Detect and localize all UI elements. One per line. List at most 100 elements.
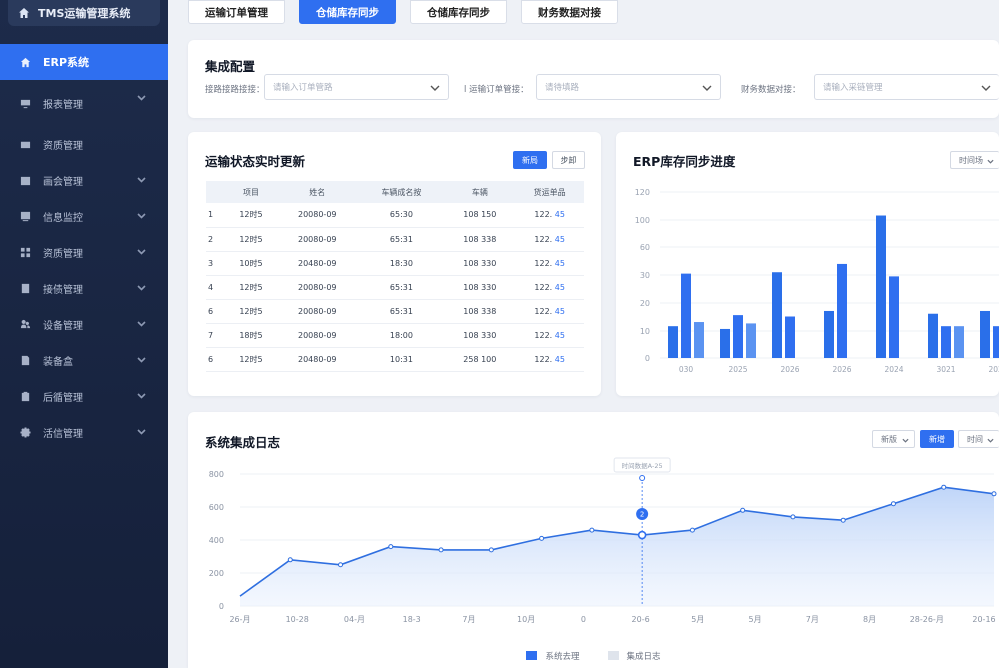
time-dropdown[interactable]: 时间: [958, 430, 999, 448]
detail-link[interactable]: 45: [555, 331, 565, 340]
data-point[interactable]: [740, 507, 746, 513]
y-tick-label: 0: [219, 602, 224, 611]
chevron-down-icon: [137, 357, 146, 363]
data-point[interactable]: [941, 484, 947, 490]
data-point[interactable]: [840, 517, 846, 523]
x-tick-label: 20-6: [632, 615, 650, 624]
table-cell: 108 330: [444, 323, 516, 348]
detail-link[interactable]: 45: [555, 307, 565, 316]
table-row[interactable]: 3 10时5 20480-09 18:30 108 330 122. 45: [206, 251, 584, 276]
table-row[interactable]: 4 12时5 20080-09 65:31 108 330 122. 45: [206, 275, 584, 300]
bar-3-0[interactable]: [824, 310, 834, 358]
bar-5-0[interactable]: [928, 313, 938, 358]
detail-link[interactable]: 45: [555, 283, 565, 292]
bar-6-1[interactable]: [993, 326, 999, 358]
y-tick-label: 200: [209, 569, 224, 578]
legend-item-system[interactable]: 系统去理: [526, 650, 580, 662]
sidebar-item-7[interactable]: 设备管理: [0, 306, 168, 342]
tab-3[interactable]: 财务数据对接: [521, 0, 618, 24]
detail-link[interactable]: 45: [555, 210, 565, 219]
sidebar-item-3[interactable]: 画会管理: [0, 162, 168, 198]
bar-1-2[interactable]: [746, 323, 756, 358]
chevron-down-icon: [902, 438, 909, 443]
table-row[interactable]: 6 12时5 20480-09 10:31 258 100 122. 45: [206, 347, 584, 372]
data-point[interactable]: [287, 557, 293, 563]
field-select-3[interactable]: 请输入采链管理: [814, 74, 999, 100]
table-row[interactable]: 2 12时5 20080-09 65:31 108 338 122. 45: [206, 227, 584, 252]
y-tick-label: 600: [209, 503, 224, 512]
y-tick-label: 400: [209, 536, 224, 545]
tab-1[interactable]: 仓储库存同步: [299, 0, 396, 24]
data-point[interactable]: [539, 535, 545, 541]
data-point[interactable]: [338, 562, 344, 568]
sidebar-item-4[interactable]: 信息监控: [0, 198, 168, 234]
sidebar-item-label: 活信管理: [43, 428, 83, 440]
table-header-cell[interactable]: 货运单品: [515, 181, 584, 203]
detail-link[interactable]: 45: [555, 355, 565, 364]
table-header-cell[interactable]: 项目: [226, 181, 276, 203]
monitor-icon: [20, 99, 31, 108]
data-point[interactable]: [689, 527, 695, 533]
version-dropdown[interactable]: 新版: [872, 430, 915, 448]
data-point[interactable]: [589, 527, 595, 533]
file-icon: [21, 355, 30, 365]
clipboard-icon: [21, 391, 30, 401]
table-cell: 122. 45: [515, 227, 584, 252]
legend-item-log[interactable]: 集成日志: [607, 650, 661, 662]
detail-link[interactable]: 45: [555, 235, 565, 244]
table-header-cell[interactable]: 姓名: [275, 181, 359, 203]
bar-0-1[interactable]: [681, 273, 691, 358]
data-point[interactable]: [890, 501, 896, 507]
bar-0-0[interactable]: [668, 326, 678, 358]
x-tick-label: 10月: [517, 615, 535, 624]
data-point[interactable]: [388, 544, 394, 550]
add-log-button[interactable]: 新增: [920, 430, 954, 448]
sidebar-item-0[interactable]: ERP系统: [0, 44, 168, 80]
bar-2-1[interactable]: [785, 316, 795, 359]
tab-2[interactable]: 仓储库存同步: [410, 0, 507, 24]
chevron-down-icon: [987, 159, 994, 164]
tab-0[interactable]: 运输订单管理: [188, 0, 285, 24]
time-range-dropdown[interactable]: 时间场: [950, 151, 999, 169]
table-row[interactable]: 1 12时5 20080-09 65:30 108 150 122. 45: [206, 203, 584, 228]
new-button[interactable]: 新局: [513, 151, 547, 169]
sidebar-item-2[interactable]: 资质管理: [0, 126, 168, 162]
line-chart-title: 系统集成日志: [205, 435, 281, 450]
data-point[interactable]: [991, 491, 997, 497]
data-point[interactable]: [488, 547, 494, 553]
data-point[interactable]: [438, 547, 444, 553]
legend-swatch: [607, 651, 619, 660]
sidebar-item-1[interactable]: 报表管理: [0, 80, 168, 126]
bar-5-1[interactable]: [941, 326, 951, 358]
bar-5-2[interactable]: [954, 326, 964, 358]
sync-button[interactable]: 步卸: [552, 151, 585, 169]
sidebar-item-9[interactable]: 后循管理: [0, 378, 168, 414]
bar-0-2[interactable]: [694, 322, 704, 358]
table-row[interactable]: 7 18时5 20080-09 18:00 108 330 122. 45: [206, 323, 584, 348]
table-cell: 65:30: [358, 203, 445, 228]
table-row[interactable]: 6 12时5 20080-09 65:31 108 338 122. 45: [206, 299, 584, 324]
sidebar-item-5[interactable]: 资质管理: [0, 234, 168, 270]
amount-value: 122.: [534, 330, 553, 340]
table-header-cell[interactable]: 车辆: [444, 181, 516, 203]
table-cell: 10:31: [358, 347, 445, 372]
sidebar-item-8[interactable]: 装备盒: [0, 342, 168, 378]
sidebar-item-10[interactable]: 活信管理: [0, 414, 168, 450]
bar-1-1[interactable]: [733, 315, 743, 358]
detail-link[interactable]: 45: [555, 259, 565, 268]
table-cell: 20080-09: [275, 203, 359, 228]
table-cell: 10时5: [226, 251, 276, 276]
bar-1-0[interactable]: [720, 328, 730, 358]
app-brand[interactable]: TMS运输管理系统: [8, 0, 160, 26]
highlight-point[interactable]: [637, 530, 647, 540]
bar-2-0[interactable]: [772, 272, 782, 358]
bar-4-1[interactable]: [889, 276, 899, 358]
data-point[interactable]: [790, 514, 796, 520]
sidebar-item-6[interactable]: 接债管理: [0, 270, 168, 306]
field-select-2[interactable]: 请待填路: [536, 74, 721, 100]
bar-3-1[interactable]: [837, 263, 847, 358]
bar-6-0[interactable]: [980, 310, 990, 358]
table-header-cell[interactable]: 车辆成名按: [358, 181, 445, 203]
bar-4-0[interactable]: [876, 215, 886, 358]
field-select-1[interactable]: 请输入订单管路: [264, 74, 449, 100]
